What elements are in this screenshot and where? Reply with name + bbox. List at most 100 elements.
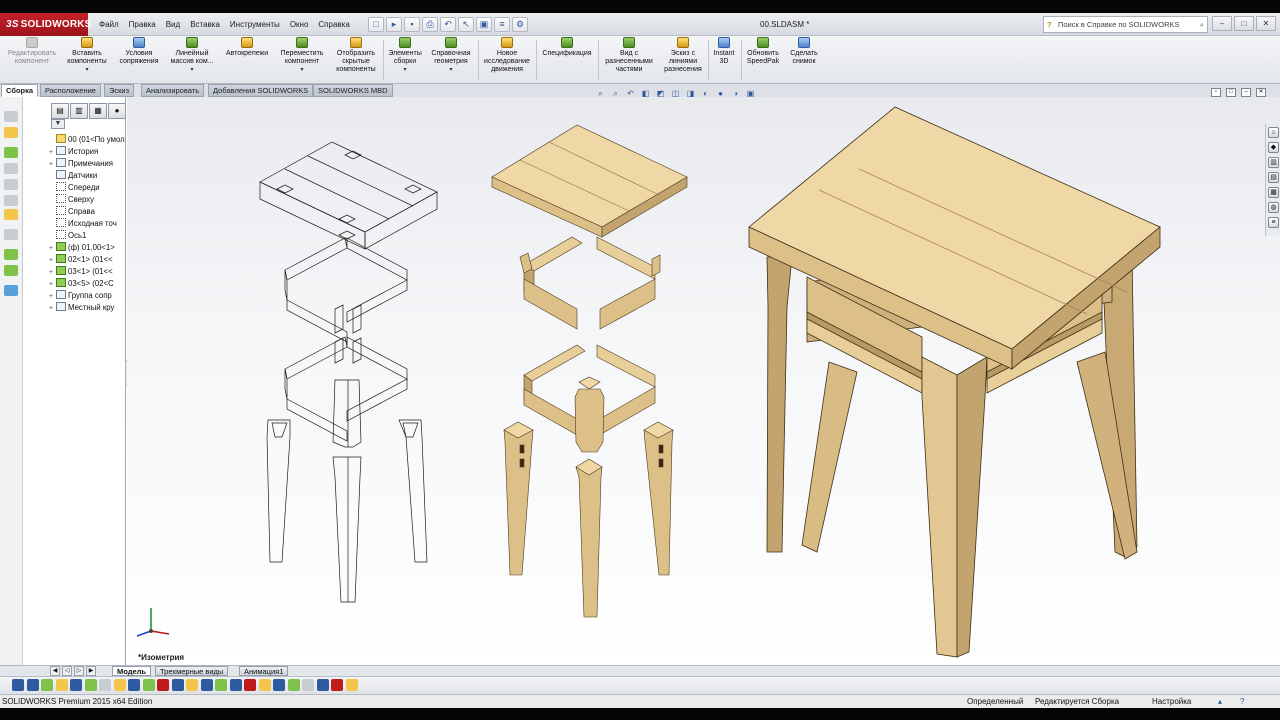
view-tool-icon[interactable]	[128, 679, 140, 691]
view-tool-icon[interactable]	[99, 679, 111, 691]
tool-icon[interactable]	[4, 265, 18, 276]
graphics-area[interactable]: ⌕ ⌕ ↶ ◧ ◩ ◫ ◨ ◐ ● ◑ ▣ ▫ □ – ✕ ⌂ ◆ ▥ ▤ ▦ …	[127, 88, 1280, 665]
maximize-icon[interactable]: □	[1234, 16, 1254, 31]
tree-item[interactable]: Спереди	[49, 182, 127, 194]
view-tool-icon[interactable]	[157, 679, 169, 691]
view-tool-icon[interactable]	[171, 679, 184, 691]
tab-assembly[interactable]: Сборка	[1, 84, 39, 97]
tab-layout[interactable]: Расположение	[40, 84, 101, 97]
tool-icon[interactable]	[4, 111, 18, 122]
tool-icon[interactable]	[4, 127, 18, 138]
view-tool-icon[interactable]	[345, 679, 358, 691]
view-tool-icon[interactable]	[331, 679, 343, 691]
mate-button[interactable]: Условия сопряжения	[114, 37, 164, 66]
undo-icon[interactable]: ↶	[440, 17, 456, 32]
expand-icon[interactable]: +	[49, 243, 56, 254]
exploded-view-button[interactable]: Вид с разнесенными частями	[600, 37, 658, 74]
tree-item[interactable]: + Примечания	[49, 158, 127, 170]
view-tool-icon[interactable]	[273, 679, 285, 691]
view-tool-icon[interactable]	[258, 679, 271, 691]
tree-item[interactable]: +02<1> (01<<	[49, 254, 127, 266]
tree-item[interactable]: Сверху	[49, 194, 127, 206]
snapshot-button[interactable]: Сделать снимок	[786, 37, 822, 66]
expand-icon[interactable]: +	[49, 255, 56, 266]
display-manager-tab-icon[interactable]: ●	[108, 103, 126, 119]
view-tool-icon[interactable]	[186, 679, 198, 691]
tab-model[interactable]: Модель	[112, 666, 152, 676]
tree-item[interactable]: Справа	[49, 206, 127, 218]
view-tool-icon[interactable]	[113, 679, 126, 691]
view-tool-icon[interactable]	[84, 679, 97, 691]
new-document-icon[interactable]: □	[368, 17, 384, 32]
view-tool-icon[interactable]	[302, 679, 314, 691]
view-tool-icon[interactable]	[70, 679, 82, 691]
tool-icon[interactable]	[4, 147, 18, 158]
tab-evaluate[interactable]: Анализировать	[141, 84, 205, 97]
menu-file[interactable]: Файл	[94, 13, 124, 36]
view-tool-icon[interactable]	[200, 679, 213, 691]
prev-tab-icon[interactable]: ◁	[62, 666, 72, 676]
speedpak-button[interactable]: Обновить SpeedPak	[743, 37, 783, 66]
tool-icon[interactable]	[4, 163, 18, 174]
tab-3d-views[interactable]: Трехмерные виды	[155, 666, 229, 676]
maximize-icon[interactable]: □	[1226, 88, 1236, 97]
expand-icon[interactable]: +	[49, 279, 56, 290]
chevron-down-icon[interactable]: ▾	[386, 66, 424, 74]
expand-icon[interactable]: +	[49, 267, 56, 278]
minimize-icon[interactable]: –	[1241, 88, 1251, 97]
chevron-down-icon[interactable]: ▾	[276, 66, 328, 74]
tool-icon[interactable]	[4, 195, 18, 206]
property-manager-tab-icon[interactable]: ▥	[70, 103, 88, 119]
tool-icon[interactable]	[4, 209, 18, 220]
chevron-down-icon[interactable]: ▾	[166, 66, 218, 74]
tab-mbd[interactable]: SOLIDWORKS MBD	[313, 84, 393, 97]
expand-icon[interactable]: +	[49, 147, 56, 158]
restore-icon[interactable]: ▫	[1211, 88, 1221, 97]
chevron-down-icon[interactable]: ▾	[426, 66, 476, 74]
rebuild-icon[interactable]: ▣	[476, 17, 492, 32]
edit-component-button[interactable]: Редактировать компонент	[4, 37, 60, 66]
tree-item[interactable]: 00 (01<По умол	[49, 134, 127, 146]
options-icon[interactable]: ⚙	[512, 17, 528, 32]
tool-icon[interactable]	[4, 249, 18, 260]
tree-item[interactable]: + История	[49, 146, 127, 158]
smart-fasteners-button[interactable]: Автокрепежи	[220, 37, 274, 58]
file-properties-icon[interactable]: ≡	[494, 17, 510, 32]
tree-item[interactable]: Исходная точ	[49, 218, 127, 230]
filter-icon[interactable]: ▼	[51, 119, 65, 129]
tab-animation[interactable]: Анимация1	[239, 666, 289, 676]
tool-icon[interactable]	[4, 285, 18, 296]
expand-icon[interactable]: +	[49, 291, 56, 302]
move-component-button[interactable]: Переместить компонент ▾	[276, 37, 328, 74]
first-tab-icon[interactable]: ◀	[50, 666, 60, 676]
insert-components-button[interactable]: Вставить компоненты ▾	[62, 37, 112, 74]
expand-icon[interactable]: +	[49, 303, 56, 314]
tab-sketch[interactable]: Эскиз	[104, 84, 135, 97]
reference-geometry-button[interactable]: Справочная геометрия ▾	[426, 37, 476, 74]
view-tool-icon[interactable]	[41, 679, 53, 691]
tree-item[interactable]: + (ф) 01.00<1>	[49, 242, 127, 254]
menu-insert[interactable]: Вставка	[185, 13, 225, 36]
settings-label[interactable]: Настройка	[1152, 695, 1191, 708]
minimize-icon[interactable]: –	[1212, 16, 1232, 31]
menu-edit[interactable]: Правка	[124, 13, 161, 36]
explode-line-sketch-button[interactable]: Эскиз с линиями разнесения	[660, 37, 706, 74]
view-tool-icon[interactable]	[229, 679, 242, 691]
tool-icon[interactable]	[4, 179, 18, 190]
view-tool-icon[interactable]	[316, 679, 329, 691]
tree-item[interactable]: Датчики	[49, 170, 127, 182]
search-icon[interactable]: ⌕	[1200, 17, 1204, 32]
tree-item[interactable]: Ось1	[49, 230, 127, 242]
units-icon[interactable]: ▴	[1218, 695, 1222, 708]
tree-item[interactable]: + Местный кру	[49, 302, 127, 314]
close-icon[interactable]: ✕	[1256, 88, 1266, 97]
print-icon[interactable]: ⎙	[422, 17, 438, 32]
motion-study-button[interactable]: Новое исследование движения	[480, 37, 534, 74]
close-icon[interactable]: ✕	[1256, 16, 1276, 31]
feature-tree-tab-icon[interactable]: ▤	[51, 103, 69, 119]
linear-pattern-button[interactable]: Линейный массив ком... ▾	[166, 37, 218, 74]
menu-help[interactable]: Справка	[313, 13, 354, 36]
tab-addins[interactable]: Добавления SOLIDWORKS	[208, 84, 314, 97]
tree-item[interactable]: +03<1> (01<<	[49, 266, 127, 278]
select-icon[interactable]: ↖	[458, 17, 474, 32]
